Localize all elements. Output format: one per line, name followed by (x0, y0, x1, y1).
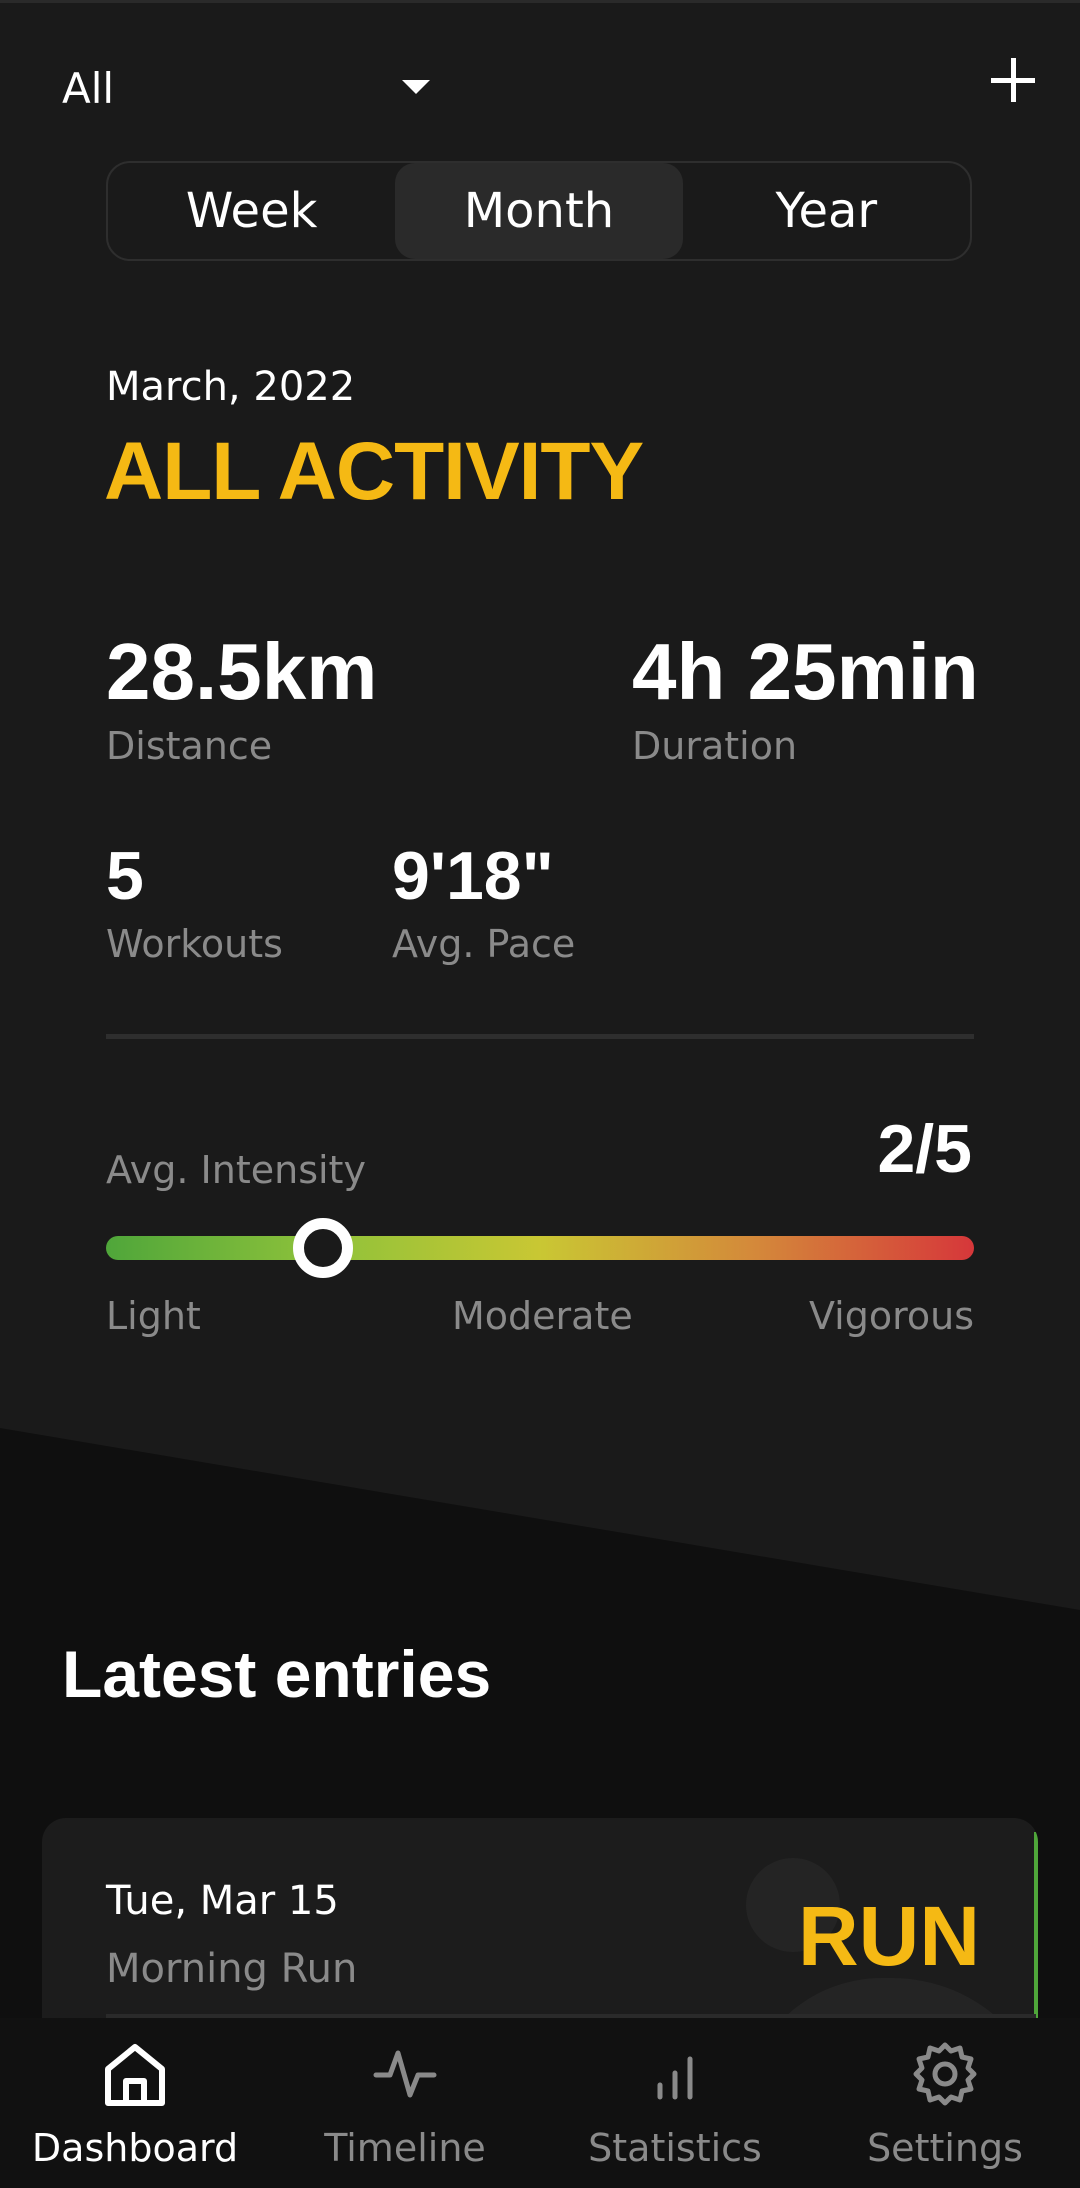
stats-divider (106, 1034, 974, 1039)
entry-type: RUN (798, 1889, 980, 1983)
intensity-scale-track (106, 1236, 974, 1260)
duration-stat: 4h 25min Duration (632, 627, 979, 769)
bar-chart-icon (637, 2036, 713, 2112)
plus-icon-stroke (1011, 58, 1016, 102)
gear-icon (907, 2036, 983, 2112)
period-tabs: Week Month Year (106, 161, 972, 261)
chevron-down-icon (402, 80, 430, 94)
entry-date: Tue, Mar 15 (106, 1878, 339, 1924)
distance-stat: 28.5km Distance (106, 627, 378, 769)
pace-value: 9'18" (392, 838, 554, 914)
intensity-scale-moderate: Moderate (452, 1294, 633, 1338)
activity-filter-value: All (62, 63, 115, 113)
period-label: March, 2022 (106, 364, 356, 410)
tab-week[interactable]: Week (108, 163, 395, 259)
nav-settings[interactable]: Settings (810, 2018, 1080, 2188)
pace-stat: 9'18" Avg. Pace (392, 842, 575, 966)
nav-timeline-label: Timeline (324, 2126, 486, 2170)
bottom-navigation: Dashboard Timeline Statistics Settings (0, 2018, 1080, 2188)
intensity-label: Avg. Intensity (106, 1148, 366, 1192)
page-title: ALL ACTIVITY (104, 426, 644, 517)
workouts-stat: 5 Workouts (106, 842, 283, 966)
duration-value: 4h 25min (632, 627, 979, 716)
tab-year[interactable]: Year (683, 163, 970, 259)
nav-dashboard[interactable]: Dashboard (0, 2018, 270, 2188)
workouts-label: Workouts (106, 922, 283, 966)
nav-statistics-label: Statistics (588, 2126, 762, 2170)
home-icon (97, 2036, 173, 2112)
intensity-scale-light: Light (106, 1294, 201, 1338)
nav-timeline[interactable]: Timeline (270, 2018, 540, 2188)
distance-label: Distance (106, 724, 273, 768)
intensity-value: 2/5 (877, 1111, 972, 1187)
pace-label: Avg. Pace (392, 922, 576, 966)
intensity-marker (293, 1218, 353, 1278)
distance-value: 28.5km (106, 627, 378, 716)
nav-dashboard-label: Dashboard (31, 2126, 239, 2170)
add-activity-button[interactable] (985, 52, 1041, 108)
intensity-scale-vigorous: Vigorous (808, 1294, 974, 1338)
nav-statistics[interactable]: Statistics (540, 2018, 810, 2188)
tab-month[interactable]: Month (395, 163, 683, 259)
entry-name: Morning Run (106, 1946, 358, 1992)
status-divider (0, 0, 1080, 3)
activity-filter-select[interactable]: All (62, 52, 442, 124)
activity-icon (367, 2036, 443, 2112)
nav-settings-label: Settings (867, 2126, 1023, 2170)
workouts-value: 5 (106, 838, 144, 914)
duration-label: Duration (632, 724, 798, 768)
latest-entries-title: Latest entries (62, 1637, 492, 1711)
app-screen: All Week Month Year March, 2022 ALL ACTI… (0, 0, 1080, 2188)
